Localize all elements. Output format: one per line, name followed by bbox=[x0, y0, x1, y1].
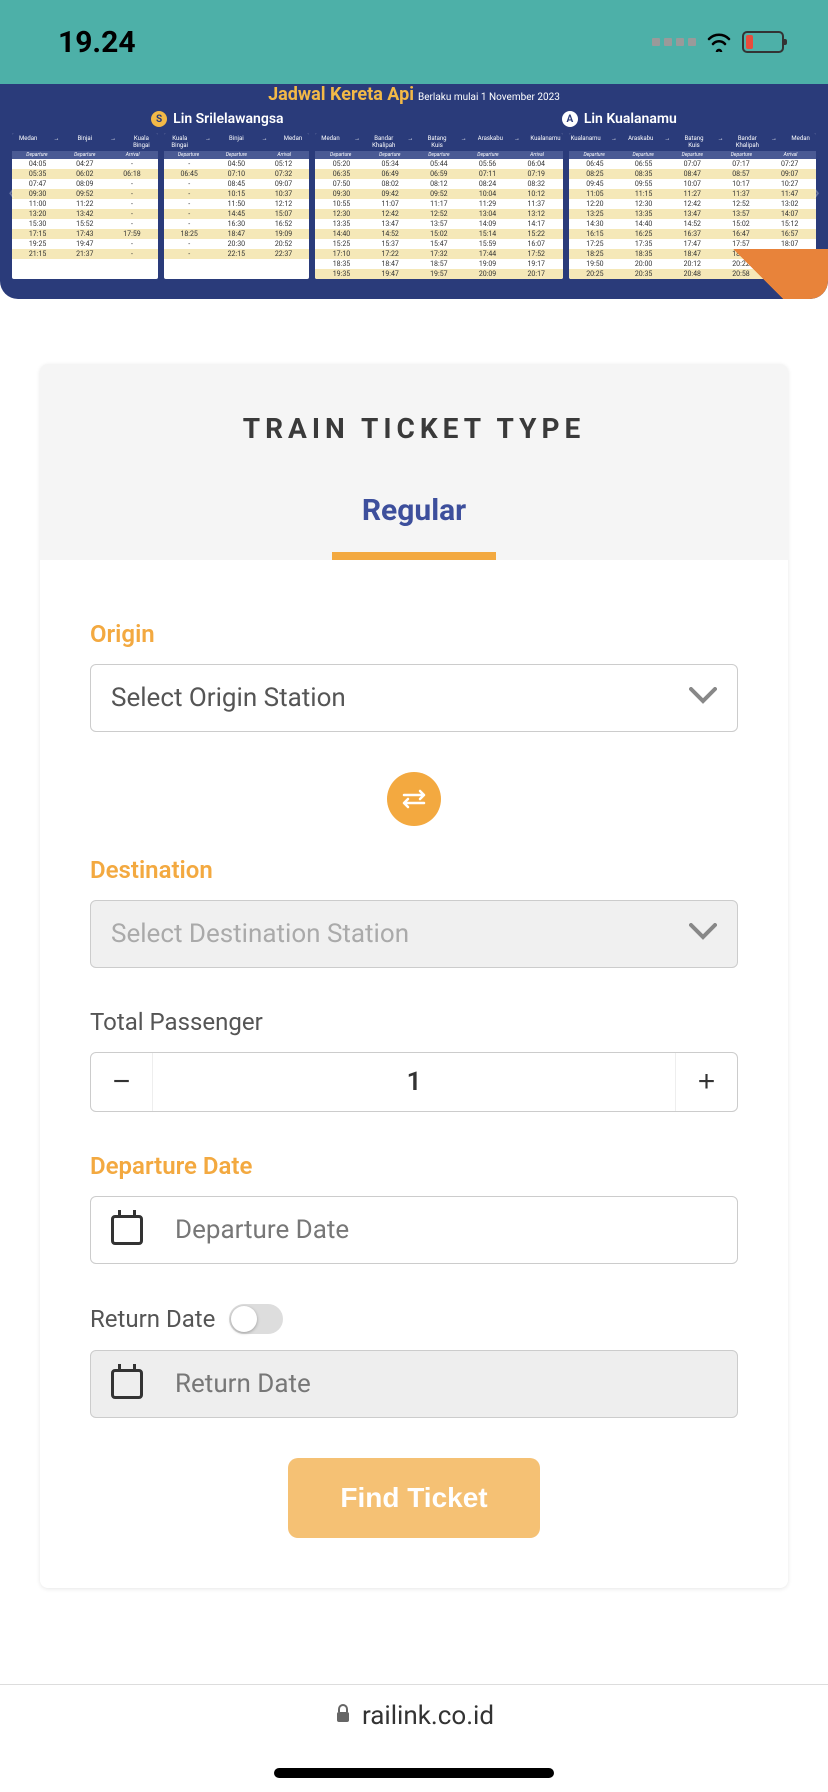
status-bar: 19.24 bbox=[0, 0, 828, 84]
return-date-input[interactable]: Return Date bbox=[90, 1350, 738, 1418]
swap-icon bbox=[400, 787, 428, 811]
passenger-label: Total Passenger bbox=[90, 1008, 738, 1036]
departure-date-input[interactable]: Departure Date bbox=[90, 1196, 738, 1264]
carousel-next-icon[interactable]: › bbox=[813, 178, 820, 206]
schedule-table: Medan→Binjai→Kuala BingaiDepartureDepart… bbox=[12, 133, 158, 279]
carousel-prev-icon[interactable]: ‹ bbox=[8, 178, 15, 206]
banner-title: Jadwal Kereta Api bbox=[268, 84, 414, 105]
schedule-table: Kuala Bingai→Binjai→MedanDepartureDepart… bbox=[164, 133, 310, 279]
destination-placeholder: Select Destination Station bbox=[111, 919, 409, 949]
departure-date-label: Departure Date bbox=[90, 1152, 738, 1180]
chevron-down-icon bbox=[689, 923, 717, 945]
wifi-icon bbox=[706, 32, 732, 52]
status-icons bbox=[652, 31, 784, 53]
url-text[interactable]: railink.co.id bbox=[362, 1701, 494, 1731]
home-indicator[interactable] bbox=[274, 1768, 554, 1778]
schedule-banner[interactable]: ‹ › Jadwal Kereta Api Berlaku mulai 1 No… bbox=[0, 84, 828, 299]
return-toggle[interactable] bbox=[229, 1304, 283, 1334]
destination-label: Destination bbox=[90, 856, 738, 884]
lock-icon bbox=[334, 1704, 352, 1728]
schedule-table: Medan→Bandar Khalipah→Batang Kuis→Araska… bbox=[315, 133, 562, 279]
origin-placeholder: Select Origin Station bbox=[111, 683, 346, 713]
browser-bar: railink.co.id bbox=[0, 1684, 828, 1792]
increment-button[interactable]: + bbox=[675, 1053, 737, 1111]
origin-select[interactable]: Select Origin Station bbox=[90, 664, 738, 732]
calendar-icon bbox=[111, 1369, 143, 1399]
tab-regular[interactable]: Regular bbox=[332, 475, 496, 560]
return-date-label: Return Date bbox=[90, 1305, 215, 1333]
destination-select[interactable]: Select Destination Station bbox=[90, 900, 738, 968]
chevron-down-icon bbox=[689, 687, 717, 709]
banner-decoration bbox=[688, 249, 828, 299]
swap-button[interactable] bbox=[387, 772, 441, 826]
battery-icon bbox=[742, 31, 784, 53]
calendar-icon bbox=[111, 1215, 143, 1245]
decrement-button[interactable]: − bbox=[91, 1053, 153, 1111]
find-ticket-button[interactable]: Find Ticket bbox=[288, 1458, 539, 1538]
passenger-stepper: − 1 + bbox=[90, 1052, 738, 1112]
line-kualanamu: ALin Kualanamu bbox=[562, 111, 677, 127]
banner-subtitle: Berlaku mulai 1 November 2023 bbox=[418, 92, 560, 103]
signal-icon bbox=[652, 38, 696, 46]
card-title: TRAIN TICKET TYPE bbox=[60, 412, 768, 445]
ticket-form-card: TRAIN TICKET TYPE Regular Origin Select … bbox=[40, 364, 788, 1588]
clock-time: 19.24 bbox=[58, 25, 136, 60]
origin-label: Origin bbox=[90, 620, 738, 648]
passenger-count: 1 bbox=[153, 1067, 675, 1097]
line-srilelawangsa: SLin Srilelawangsa bbox=[151, 111, 283, 127]
